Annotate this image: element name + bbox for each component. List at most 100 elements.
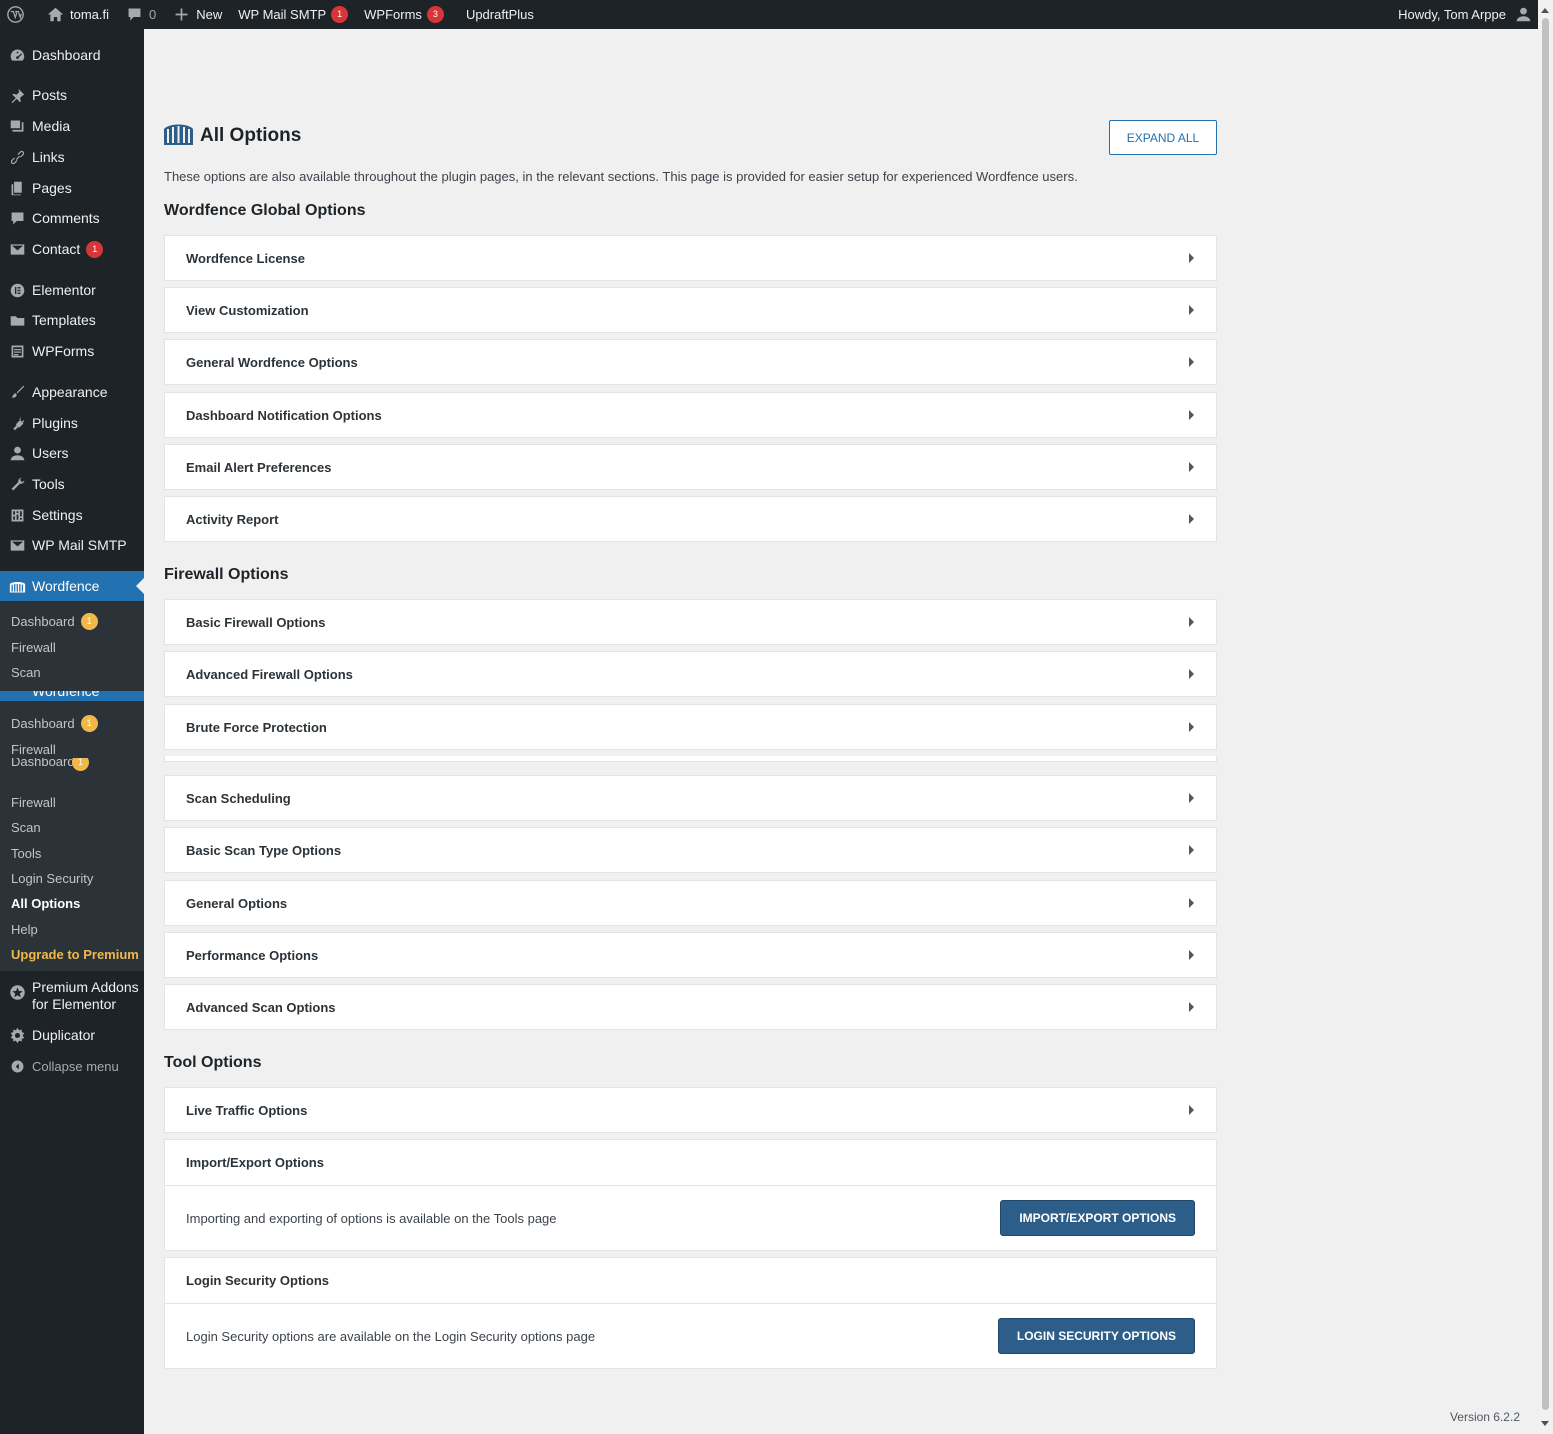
wrench-icon	[8, 475, 26, 493]
scroll-down-icon[interactable]	[1541, 1421, 1549, 1430]
wordfence-icon	[8, 577, 26, 595]
menu-appearance[interactable]: Appearance	[0, 377, 144, 407]
caret-right-icon	[1189, 617, 1194, 627]
menu-settings[interactable]: Settings	[0, 500, 144, 530]
new-content-link[interactable]: New	[164, 0, 230, 29]
wp-mail-smtp-badge: 1	[331, 6, 349, 23]
submenu-login-security[interactable]: Login Security	[0, 867, 144, 889]
dashboard-artifact-label: Dashboard	[11, 758, 75, 769]
menu-duplicator[interactable]: Duplicator	[0, 1020, 144, 1050]
menu-contact-label: Contact	[32, 241, 81, 257]
caret-right-icon	[1189, 305, 1194, 315]
collapse-menu-button[interactable]: Collapse menu	[0, 1051, 144, 1081]
option-scan-scheduling[interactable]: Scan Scheduling	[164, 775, 1217, 821]
option-label: Live Traffic Options	[186, 1102, 308, 1118]
scrollbar-thumb[interactable]	[1542, 18, 1549, 1410]
option-basic-firewall[interactable]: Basic Firewall Options	[164, 599, 1217, 645]
pushpin-icon	[8, 86, 26, 104]
submenu-firewall[interactable]: Firewall	[0, 636, 144, 658]
updraftplus-link[interactable]: UpdraftPlus	[452, 0, 542, 29]
menu-elementor[interactable]: Elementor	[0, 275, 144, 305]
wpforms-label: WPForms	[364, 7, 422, 22]
wpforms-icon	[8, 342, 26, 360]
expand-all-button[interactable]: EXPAND ALL	[1109, 120, 1217, 155]
wp-mail-smtp-link[interactable]: WP Mail SMTP 1	[230, 0, 356, 29]
wordpress-logo-icon	[6, 6, 24, 24]
paintbrush-icon	[8, 383, 26, 401]
submenu-tools[interactable]: Tools	[0, 842, 144, 864]
option-label: Wordfence License	[186, 250, 305, 266]
menu-wp-mail-smtp[interactable]: WP Mail SMTP	[0, 530, 144, 560]
version-text: Version 6.2.2	[1449, 1410, 1520, 1424]
option-label: View Customization	[186, 302, 309, 318]
option-label: Dashboard Notification Options	[186, 407, 382, 423]
menu-comments[interactable]: Comments	[0, 203, 144, 233]
option-dashboard-notification[interactable]: Dashboard Notification Options	[164, 392, 1217, 438]
site-name-link[interactable]: toma.fi	[38, 0, 117, 29]
menu-wp-mail-smtp-label: WP Mail SMTP	[32, 537, 127, 553]
submenu-firewall-2[interactable]: Firewall	[0, 791, 144, 813]
submenu-firewall-dup[interactable]: Firewall	[0, 738, 144, 760]
option-label: General Options	[186, 895, 288, 911]
submenu-all-options[interactable]: All Options	[0, 892, 144, 914]
login-security-button[interactable]: LOGIN SECURITY OPTIONS	[997, 1318, 1195, 1354]
menu-posts-label: Posts	[32, 87, 68, 103]
menu-premium-addons[interactable]: Premium Addons for Elementor	[0, 979, 144, 1019]
menu-contact[interactable]: Contact 1	[0, 234, 144, 264]
user-avatar-icon	[1514, 6, 1532, 24]
menu-tools[interactable]: Tools	[0, 469, 144, 499]
option-label: Performance Options	[186, 947, 319, 963]
menu-users-label: Users	[32, 445, 69, 461]
option-wordfence-license[interactable]: Wordfence License	[164, 235, 1217, 281]
menu-plugins[interactable]: Plugins	[0, 408, 144, 438]
option-advanced-scan[interactable]: Advanced Scan Options	[164, 984, 1217, 1030]
option-basic-scan-type[interactable]: Basic Scan Type Options	[164, 827, 1217, 873]
menu-elementor-label: Elementor	[32, 282, 96, 298]
submenu-help[interactable]: Help	[0, 918, 144, 940]
menu-dashboard[interactable]: Dashboard	[0, 40, 144, 70]
submenu-firewall-label: Firewall	[11, 639, 56, 655]
option-performance[interactable]: Performance Options	[164, 932, 1217, 978]
menu-links[interactable]: Links	[0, 142, 144, 172]
comments-link[interactable]: 0	[117, 0, 164, 29]
option-general-options[interactable]: General Options	[164, 880, 1217, 926]
menu-media-label: Media	[32, 118, 71, 134]
site-name: toma.fi	[70, 7, 110, 22]
wordfence-menu-artifact: Wordfence	[0, 691, 144, 701]
submenu-scan-2[interactable]: Scan	[0, 816, 144, 838]
dashboard-artifact-badge: 1	[72, 758, 89, 771]
option-general-wordfence[interactable]: General Wordfence Options	[164, 339, 1217, 385]
menu-templates[interactable]: Templates	[0, 305, 144, 335]
my-account-link[interactable]: Howdy, Tom Arppe	[1390, 0, 1538, 29]
submenu-upgrade-premium[interactable]: Upgrade to Premium	[0, 943, 144, 965]
option-email-alert[interactable]: Email Alert Preferences	[164, 444, 1217, 490]
menu-media[interactable]: Media	[0, 111, 144, 141]
option-label: Advanced Firewall Options	[186, 666, 353, 682]
option-activity-report[interactable]: Activity Report	[164, 496, 1217, 542]
caret-right-icon	[1189, 253, 1194, 263]
wordpress-logo-button[interactable]	[0, 0, 38, 29]
menu-users[interactable]: Users	[0, 438, 144, 468]
menu-tools-label: Tools	[32, 476, 65, 492]
scroll-up-icon[interactable]	[1541, 4, 1549, 13]
page-scrollbar[interactable]	[1538, 0, 1553, 1434]
new-label: New	[196, 7, 223, 22]
caret-right-icon	[1189, 1002, 1194, 1012]
menu-posts[interactable]: Posts	[0, 80, 144, 110]
option-live-traffic[interactable]: Live Traffic Options	[164, 1087, 1217, 1133]
submenu-dashboard[interactable]: Dashboard 1	[0, 610, 144, 632]
submenu-scan[interactable]: Scan	[0, 661, 144, 683]
option-label: Advanced Scan Options	[186, 999, 336, 1015]
import-export-button[interactable]: IMPORT/EXPORT OPTIONS	[1000, 1200, 1195, 1236]
menu-wpforms[interactable]: WPForms	[0, 336, 144, 366]
global-options-title: Wordfence Global Options	[164, 202, 366, 219]
option-advanced-firewall[interactable]: Advanced Firewall Options	[164, 651, 1217, 697]
wpforms-link[interactable]: WPForms 3	[356, 0, 452, 29]
menu-wordfence[interactable]: Wordfence	[0, 571, 144, 601]
settings-icon	[8, 506, 26, 524]
submenu-dashboard-dup[interactable]: Dashboard 1	[0, 712, 144, 734]
option-brute-force[interactable]: Brute Force Protection	[164, 704, 1217, 750]
option-view-customization[interactable]: View Customization	[164, 287, 1217, 333]
menu-pages[interactable]: Pages	[0, 173, 144, 203]
folder-icon	[8, 311, 26, 329]
